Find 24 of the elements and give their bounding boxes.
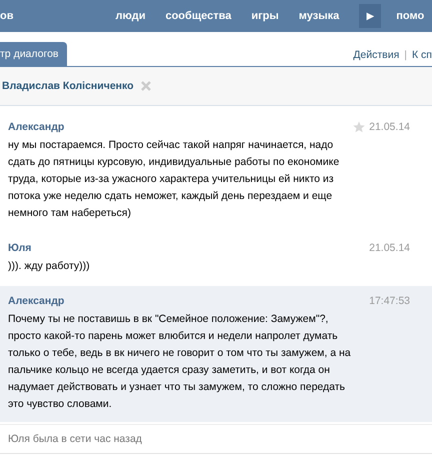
nav-link[interactable]: игры: [251, 10, 279, 22]
star-icon[interactable]: [353, 121, 366, 133]
status-text: Юля была в сети час назад: [0, 424, 432, 454]
nav-link[interactable]: люди: [115, 10, 146, 22]
nav-link[interactable]: помо: [396, 10, 424, 22]
message-text: ну мы постараемся. Просто сейчас такой напряг начинается, надо сдать до пятницы курсовую, индивидуальные работы по економике труда, которые из-за ужасного характера учительницы ей никто из потока уже неделю сдать неможет, каждый день перездаем и еще немного там набереться): [8, 138, 340, 221]
message-time: 21.05.14: [369, 121, 410, 133]
message-text: ))). жду работу))): [8, 259, 91, 274]
message-time: 17:47:53: [369, 295, 410, 307]
actions-link[interactable]: Действия: [353, 49, 400, 61]
author-name[interactable]: Александр: [8, 121, 64, 133]
back-link[interactable]: К сп: [412, 49, 432, 61]
message-time: 21.05.14: [369, 242, 410, 254]
nav-link[interactable]: ов: [0, 10, 14, 22]
message-text: Почему ты не поставишь в вк "Семейное положение: Замужем"?, просто какой-то парень может влюбится и недели напролет думать только о тебе, ведь в вк ничего не говорит о том что ты замужем, а на пальчике кольцо не всегда удается сразу заметить, и вот когда он надумает действовать и узнает что ты замужем, то сложно передать это чувство словами.: [8, 312, 352, 412]
more-button[interactable]: ▶: [359, 4, 382, 28]
dialog-title[interactable]: Владислав Колісниченко: [2, 80, 134, 92]
author-name[interactable]: Александр: [8, 295, 64, 307]
close-icon[interactable]: [140, 81, 151, 91]
nav-link[interactable]: сообщества: [165, 10, 232, 22]
author-name[interactable]: Юля: [8, 242, 32, 254]
nav-link[interactable]: музыка: [298, 10, 340, 22]
tab[interactable]: тр диалогов: [0, 42, 66, 66]
separator: |: [404, 49, 408, 61]
